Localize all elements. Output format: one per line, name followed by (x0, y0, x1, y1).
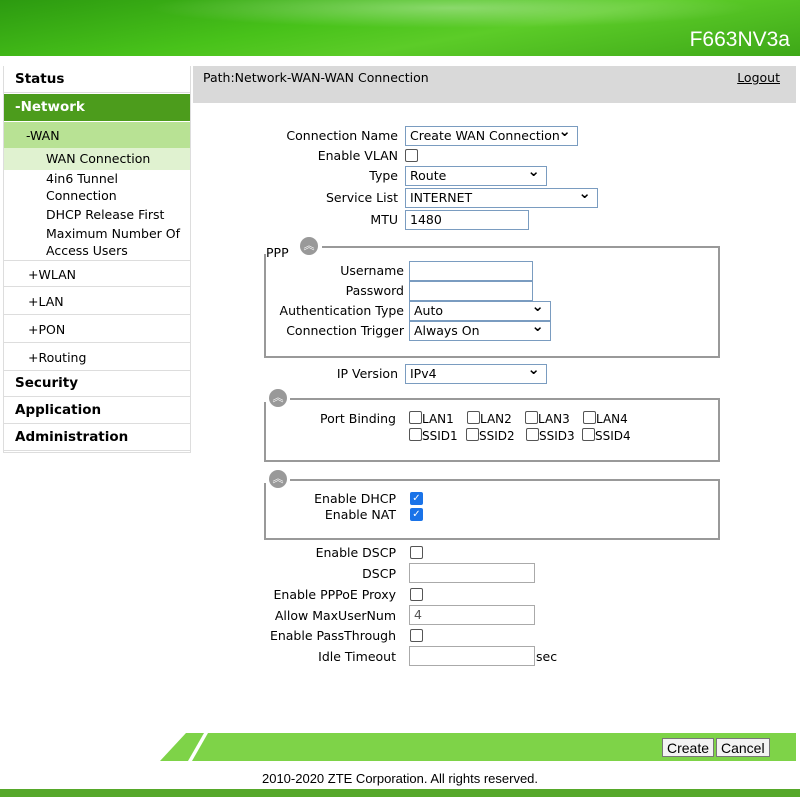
username-input[interactable] (409, 261, 533, 281)
type-label: Type (369, 168, 398, 183)
sidebar-item-wlan[interactable]: +WLAN (4, 260, 190, 287)
enable-dhcp-checkbox[interactable]: ✓ (410, 492, 423, 505)
passthrough-checkbox[interactable] (410, 629, 423, 642)
pppoe-proxy-label: Enable PPPoE Proxy (273, 587, 396, 602)
enable-dscp-checkbox[interactable] (410, 546, 423, 559)
connection-trigger-label: Connection Trigger (286, 323, 404, 338)
password-label: Password (345, 283, 404, 298)
password-input[interactable] (409, 281, 533, 301)
auth-type-label: Authentication Type (279, 303, 404, 318)
max-user-num-input[interactable]: 4 (409, 605, 535, 625)
enable-nat-checkbox[interactable]: ✓ (410, 508, 423, 521)
sidebar-item-dhcp-release[interactable]: DHCP Release First (4, 206, 190, 223)
create-button[interactable]: Create (662, 738, 715, 757)
collapse-ppp-icon[interactable]: ︽ (300, 237, 318, 255)
port-ssid3[interactable]: SSID3 (526, 428, 575, 443)
breadcrumb: Path:Network-WAN-WAN Connection (203, 70, 429, 85)
enable-nat-label: Enable NAT (324, 507, 396, 522)
path-bar: Path:Network-WAN-WAN Connection Logout (193, 66, 796, 103)
service-list-select[interactable]: INTERNET (405, 184, 598, 208)
sidebar-item-lan[interactable]: +LAN (4, 288, 190, 315)
port-ssid4[interactable]: SSID4 (582, 428, 631, 443)
idle-timeout-input[interactable] (409, 646, 535, 666)
idle-timeout-label: Idle Timeout (318, 649, 396, 664)
sidebar: Status -Network -WAN WAN Connection 4in6… (3, 66, 191, 453)
username-label: Username (340, 263, 404, 278)
dscp-input[interactable] (409, 563, 535, 583)
sidebar-item-pon[interactable]: +PON (4, 316, 190, 343)
port-lan3[interactable]: LAN3 (525, 411, 570, 426)
dscp-label: DSCP (362, 566, 396, 581)
model-name: F663NV3a (689, 28, 790, 51)
mtu-label: MTU (370, 212, 398, 227)
port-binding-label: Port Binding (320, 411, 396, 426)
port-ssid1[interactable]: SSID1 (409, 428, 458, 443)
port-ssid2[interactable]: SSID2 (466, 428, 515, 443)
collapse-port-binding-icon[interactable]: ︽ (269, 389, 287, 407)
bottom-bar (0, 789, 800, 797)
connection-name-select[interactable]: Create WAN Connection (405, 122, 578, 146)
sidebar-item-routing[interactable]: +Routing (4, 344, 190, 371)
ip-version-label: IP Version (336, 366, 398, 381)
sidebar-item-max-users[interactable]: Maximum Number Of Access Users (4, 225, 190, 259)
port-lan1[interactable]: LAN1 (409, 411, 454, 426)
port-lan4[interactable]: LAN4 (583, 411, 628, 426)
sidebar-item-application[interactable]: Application (4, 397, 190, 424)
ip-version-select[interactable]: IPv4 (405, 360, 547, 384)
enable-dscp-label: Enable DSCP (315, 545, 396, 560)
enable-vlan-checkbox[interactable] (405, 149, 418, 162)
sidebar-item-security[interactable]: Security (4, 370, 190, 397)
enable-vlan-label: Enable VLAN (317, 148, 398, 163)
type-select[interactable]: Route (405, 162, 547, 186)
header-banner: F663NV3a (0, 0, 800, 56)
sidebar-item-wan-connection[interactable]: WAN Connection (4, 148, 190, 170)
passthrough-label: Enable PassThrough (269, 628, 396, 643)
sidebar-item-4in6-tunnel[interactable]: 4in6 Tunnel Connection (4, 170, 154, 204)
sidebar-item-status[interactable]: Status (4, 66, 190, 93)
logout-link[interactable]: Logout (737, 70, 780, 85)
cancel-button[interactable]: Cancel (716, 738, 770, 757)
sidebar-item-network[interactable]: -Network (4, 94, 190, 121)
service-list-label: Service List (325, 190, 398, 205)
auth-type-select[interactable]: Auto (409, 297, 551, 321)
port-lan2[interactable]: LAN2 (467, 411, 512, 426)
max-user-num-label: Allow MaxUserNum (274, 608, 396, 623)
enable-dhcp-label: Enable DHCP (314, 491, 396, 506)
pppoe-proxy-checkbox[interactable] (410, 588, 423, 601)
sidebar-item-wan[interactable]: -WAN (4, 122, 190, 149)
sidebar-item-administration[interactable]: Administration (4, 424, 190, 451)
idle-timeout-unit: sec (536, 649, 558, 664)
collapse-dhcp-nat-icon[interactable]: ︽ (269, 470, 287, 488)
connection-trigger-select[interactable]: Always On (409, 317, 551, 341)
ppp-legend: PPP (266, 245, 289, 260)
connection-name-label: Connection Name (286, 128, 398, 143)
mtu-input[interactable]: 1480 (405, 210, 529, 230)
copyright: 2010-2020 ZTE Corporation. All rights re… (261, 771, 539, 786)
